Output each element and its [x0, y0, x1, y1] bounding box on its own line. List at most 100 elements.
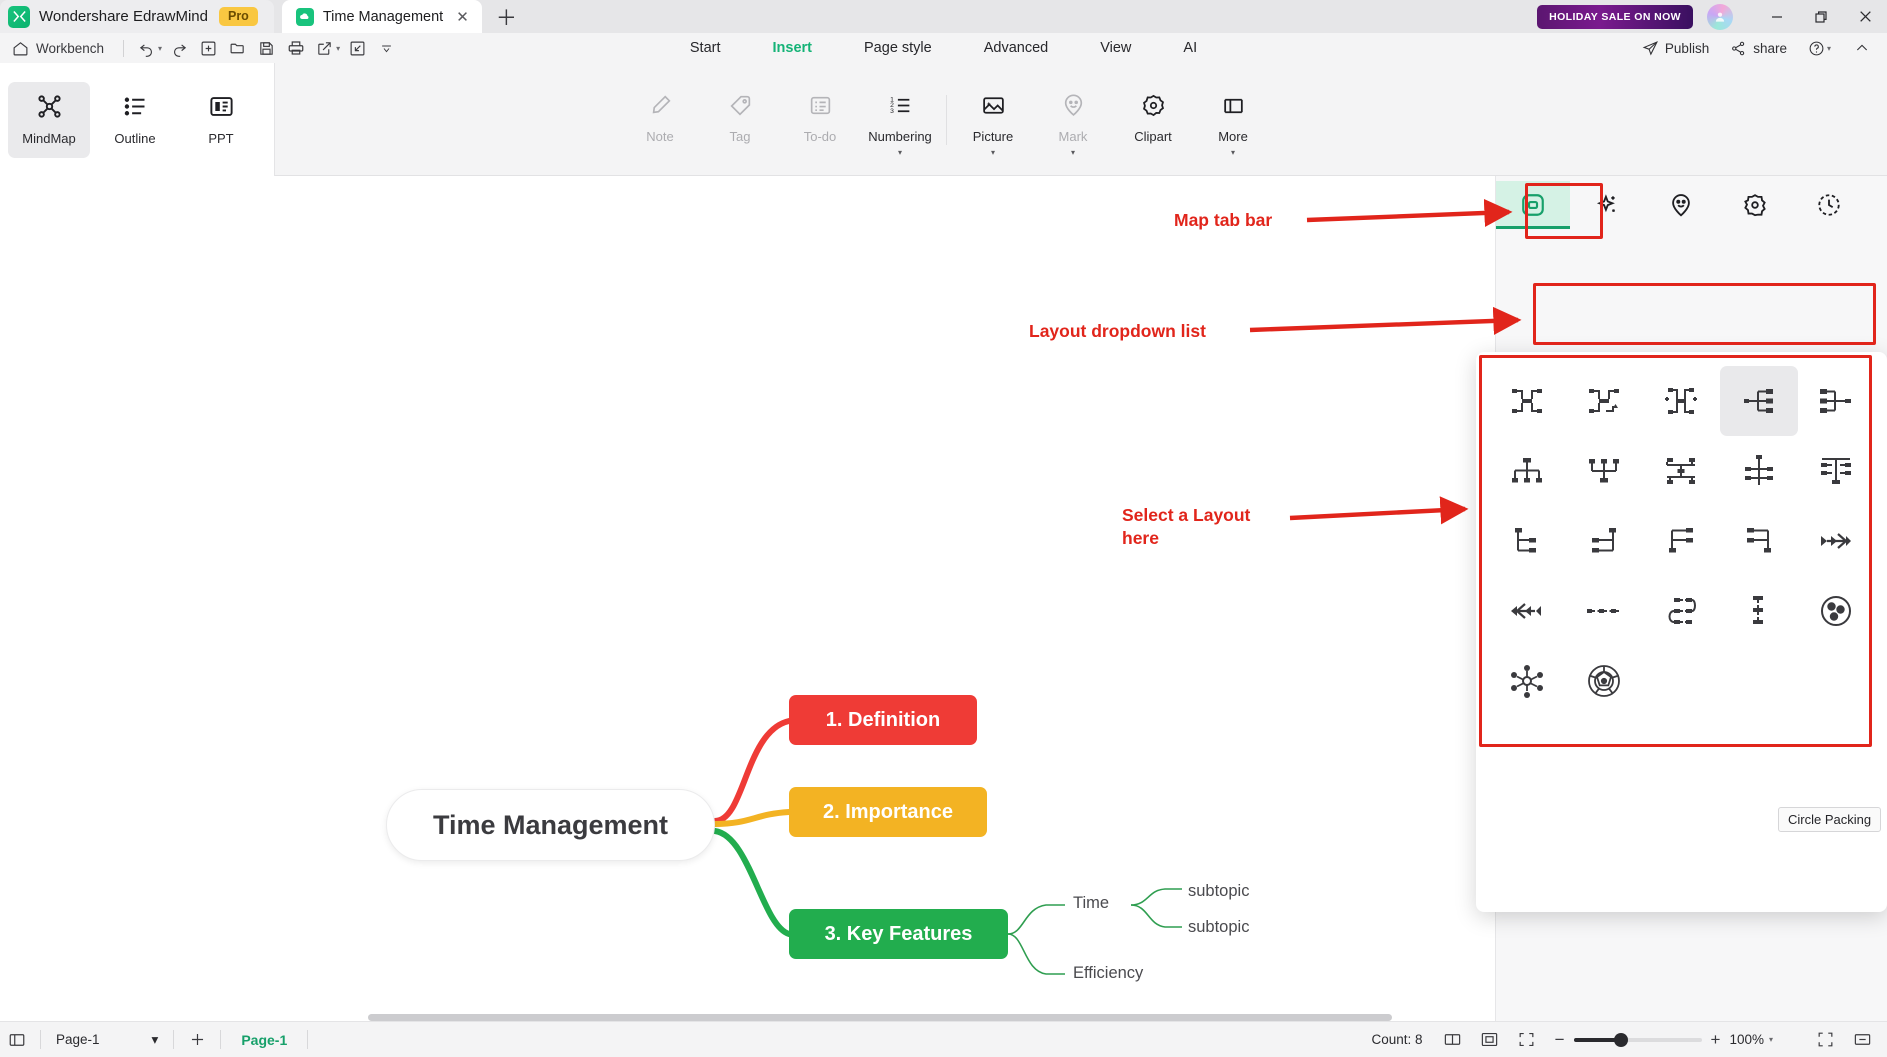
more-chevron-icon[interactable]: [373, 36, 400, 60]
new-icon[interactable]: [195, 36, 222, 60]
layout-option-fishbone-split[interactable]: [1643, 436, 1720, 506]
layout-option-vertical-timeline[interactable]: [1720, 576, 1797, 646]
zoom-caret-icon[interactable]: ▾: [1769, 1035, 1773, 1044]
share-button[interactable]: share: [1723, 37, 1794, 60]
tool-picture-caret-icon[interactable]: ▾: [991, 148, 995, 157]
export-caret-icon[interactable]: ▾: [336, 44, 340, 53]
view-mode-ppt[interactable]: PPT: [180, 82, 262, 158]
layout-option-right-logic[interactable]: [1798, 366, 1875, 436]
panel-toggle-icon[interactable]: [0, 1022, 34, 1057]
panel-tab-map[interactable]: [1496, 181, 1570, 229]
close-button[interactable]: [1843, 0, 1887, 33]
page-select-caret-icon[interactable]: ▾: [152, 1032, 159, 1048]
tab-ai[interactable]: AI: [1183, 40, 1197, 56]
mindmap-canvas[interactable]: Time Management 1. Definition 2. Importa…: [0, 176, 1495, 1021]
fit-page-icon[interactable]: [1473, 1022, 1507, 1057]
layout-option-circle-packing[interactable]: [1798, 576, 1875, 646]
panel-tab-history[interactable]: [1792, 181, 1866, 229]
collapse-ribbon-icon[interactable]: [1847, 37, 1877, 59]
undo-caret-icon[interactable]: ▾: [158, 44, 162, 53]
zoom-out-button[interactable]: −: [1555, 1031, 1565, 1048]
add-page-button[interactable]: [180, 1022, 214, 1057]
layout-option-radial-map[interactable]: [1488, 366, 1565, 436]
avatar[interactable]: [1707, 3, 1733, 30]
layout-option-org-chart-up[interactable]: [1565, 436, 1642, 506]
presentation-icon[interactable]: [1845, 1022, 1879, 1057]
zoom-value[interactable]: 100%: [1729, 1032, 1764, 1047]
layout-option-org-chart-down[interactable]: [1488, 436, 1565, 506]
tool-clipart[interactable]: Clipart: [1113, 79, 1193, 161]
view-mode-outline[interactable]: Outline: [94, 82, 176, 158]
promo-banner[interactable]: HOLIDAY SALE ON NOW: [1537, 4, 1693, 29]
mindmap-node-subtopic-2[interactable]: subtopic: [1188, 918, 1249, 937]
layout-option-horizontal-timeline[interactable]: [1720, 436, 1797, 506]
undo-icon[interactable]: [133, 36, 160, 60]
layout-option-s-timeline[interactable]: [1643, 576, 1720, 646]
panel-tab-theme[interactable]: [1718, 181, 1792, 229]
tool-note[interactable]: Note: [620, 79, 700, 161]
layout-option-left-bracket-tree[interactable]: [1643, 506, 1720, 576]
tool-more[interactable]: More ▾: [1193, 79, 1273, 161]
mindmap-node-time[interactable]: Time: [1073, 894, 1109, 913]
document-tab[interactable]: Time Management ✕: [281, 0, 482, 33]
tab-page-style[interactable]: Page style: [864, 40, 932, 56]
page-tab-page-1[interactable]: Page-1: [227, 1032, 301, 1048]
layout-option-right-tree[interactable]: [1720, 366, 1798, 436]
layout-option-right-bracket-tree[interactable]: [1565, 506, 1642, 576]
mindmap-node-subtopic-1[interactable]: subtopic: [1188, 882, 1249, 901]
print-icon[interactable]: [282, 36, 309, 60]
tab-insert[interactable]: Insert: [773, 40, 813, 56]
horizontal-scrollbar-thumb[interactable]: [368, 1014, 1392, 1021]
zoom-slider[interactable]: [1573, 1032, 1702, 1047]
workbench-button[interactable]: Workbench: [8, 40, 114, 57]
mindmap-node-importance[interactable]: 2. Importance: [789, 787, 987, 837]
page-select[interactable]: Page-1 ▾: [47, 1032, 167, 1048]
open-folder-icon[interactable]: [224, 36, 251, 60]
mindmap-node-key-features[interactable]: 3. Key Features: [789, 909, 1008, 959]
panel-tab-icon[interactable]: [1644, 181, 1718, 229]
zoom-slider-knob[interactable]: [1613, 1032, 1628, 1047]
app-tab[interactable]: Wondershare EdrawMind Pro: [0, 0, 274, 33]
mindmap-node-definition[interactable]: 1. Definition: [789, 695, 977, 745]
tab-start[interactable]: Start: [690, 40, 721, 56]
mindmap-node-efficiency[interactable]: Efficiency: [1073, 964, 1143, 983]
tool-more-caret-icon[interactable]: ▾: [1231, 148, 1235, 157]
fullscreen-icon[interactable]: [1808, 1022, 1842, 1057]
layout-option-sunburst[interactable]: [1565, 646, 1642, 716]
layout-option-fishbone-right[interactable]: [1798, 506, 1875, 576]
layout-option-fishbone-left[interactable]: [1488, 576, 1565, 646]
save-icon[interactable]: [253, 36, 280, 60]
view-mode-mindmap[interactable]: MindMap: [8, 81, 90, 158]
tool-numbering-caret-icon[interactable]: ▾: [898, 148, 902, 157]
export-icon[interactable]: [311, 36, 338, 60]
minimize-button[interactable]: [1755, 0, 1799, 33]
panel-tab-style[interactable]: [1570, 181, 1644, 229]
layout-option-right-brace-tree[interactable]: [1720, 506, 1797, 576]
new-tab-button[interactable]: ＋: [496, 8, 517, 29]
maximize-button[interactable]: [1799, 0, 1843, 33]
tab-view[interactable]: View: [1100, 40, 1131, 56]
tool-numbering[interactable]: 1 2 3 Numbering ▾: [860, 79, 940, 161]
tool-mark[interactable]: Mark ▾: [1033, 79, 1113, 161]
redo-icon[interactable]: [166, 36, 193, 60]
tool-mark-caret-icon[interactable]: ▾: [1071, 148, 1075, 157]
layout-option-linear-chain[interactable]: [1565, 576, 1642, 646]
layout-option-radial-dots[interactable]: [1488, 646, 1565, 716]
layout-option-radial-map-plus[interactable]: [1643, 366, 1720, 436]
tool-tag[interactable]: Tag: [700, 79, 780, 161]
tab-advanced[interactable]: Advanced: [984, 40, 1049, 56]
help-caret-icon[interactable]: ▾: [1827, 44, 1831, 53]
zoom-in-button[interactable]: +: [1711, 1031, 1721, 1048]
publish-button[interactable]: Publish: [1635, 37, 1716, 60]
mindmap-root-node[interactable]: Time Management: [386, 789, 715, 861]
layout-option-left-tree[interactable]: [1488, 506, 1565, 576]
close-tab-icon[interactable]: ✕: [452, 8, 473, 26]
import-icon[interactable]: [344, 36, 371, 60]
tool-todo[interactable]: To-do: [780, 79, 860, 161]
fit-screen-icon[interactable]: [1510, 1022, 1544, 1057]
help-icon[interactable]: ▾: [1801, 37, 1840, 60]
layout-option-radial-map-arrow[interactable]: [1565, 366, 1642, 436]
layout-option-tree-both-sides[interactable]: [1798, 436, 1875, 506]
book-view-icon[interactable]: [1436, 1022, 1470, 1057]
tool-picture[interactable]: Picture ▾: [953, 79, 1033, 161]
